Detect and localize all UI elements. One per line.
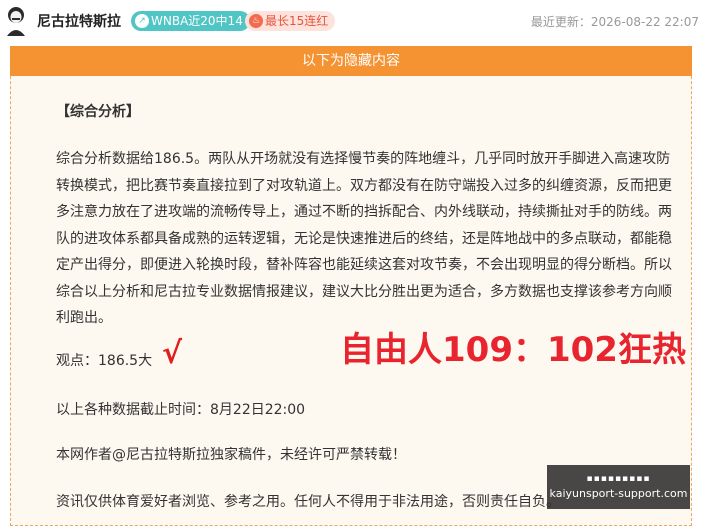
data-cutoff-text: 以上各种数据截止时间：8月22日22:00 [56,402,306,418]
header-bar: 尼古拉特斯拉 ↗ WNBA近20中14 ♨ 最长15连红 最近更新：2026-08-… [0,0,701,42]
checkmark-icon: √ [162,336,183,371]
copyright-notice: 本网作者@尼古拉特斯拉独家稿件，未经许可严禁转载！ [56,447,406,463]
hidden-content-banner: 以下为隐藏内容 [10,46,692,76]
last-update-time: 最近更新：2026-08-22 22:07 [530,15,699,29]
wnba-record-text: WNBA近20中14 [151,14,243,28]
viewpoint-text: 观点：186.5大 [56,353,153,369]
match-result-overlay: 自由人109：102狂热 [340,330,686,370]
author-avatar[interactable] [4,6,28,36]
article-body: 【综合分析】 综合分析数据给186.5。两队从开场就没有选择慢节奏的阵地缠斗，几… [56,90,680,332]
wnba-record-badge: ↗ WNBA近20中14 [131,11,250,31]
section-title: 【综合分析】 [56,104,140,120]
win-streak-badge: ♨ 最长15连红 [245,11,336,31]
watermark-url: kaiyunsport-support.com [549,487,688,500]
author-name[interactable]: 尼古拉特斯拉 [37,11,121,31]
watermark-top-text: ▪▪▪▪▪▪▪▪▪ [586,474,651,484]
site-watermark: ▪▪▪▪▪▪▪▪▪ kaiyunsport-support.com [547,465,690,509]
analysis-paragraph: 综合分析数据给186.5。两队从开场就没有选择慢节奏的阵地缠斗，几乎同时放开手脚… [56,151,672,326]
disclaimer-text: 资讯仅供体育爱好者浏览、参考之用。任何人不得用于非法用途，否则责任自负。 [56,494,560,510]
win-streak-text: 最长15连红 [265,14,329,28]
trend-up-icon: ↗ [135,13,149,28]
flame-icon: ♨ [249,13,263,28]
